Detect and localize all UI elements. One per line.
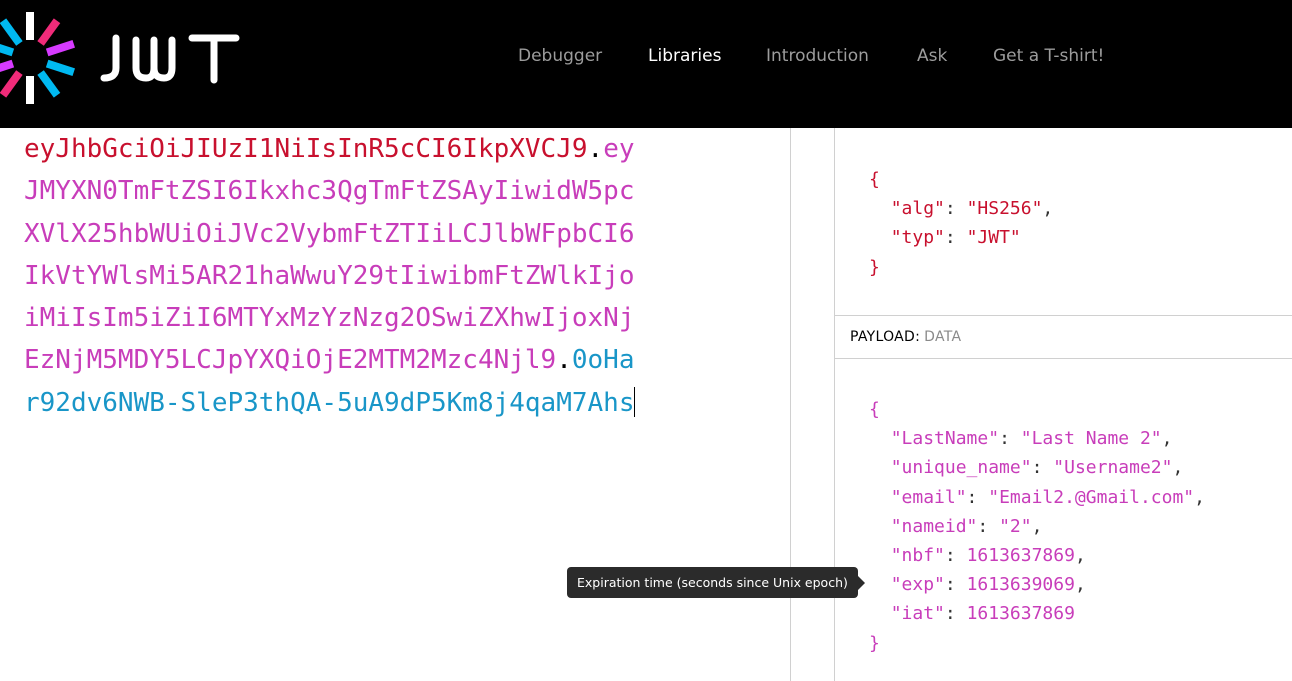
token-segment-sig: r92dv6NWB-SleP3thQA-5uA9dP5Km8j4qaM7Ahs: [24, 387, 635, 418]
json-punctuation: :: [966, 486, 989, 508]
token-segment-payload: IkVtYWlsMi5AR21haWwuY29tIiwibmFtZWlkIjo: [24, 260, 635, 291]
token-segment-payload: JMYXN0TmFtZSI6Ikxhc3QgTmFtZSAyIiwidW5pc: [24, 176, 635, 207]
json-line: "LastName": "Last Name 2",: [869, 424, 1205, 453]
json-punctuation: [869, 487, 891, 508]
encoded-token-panel: eyJhbGciOiJIUzI1NiIsInR5cCI6IkpXVCJ9.ey J…: [0, 128, 790, 681]
json-line: }: [869, 629, 1205, 658]
json-comma: ,: [1172, 457, 1184, 479]
exp-tooltip: Expiration time (seconds since Unix epoc…: [567, 567, 865, 598]
header-json-editor[interactable]: { "alg": "HS256", "typ": "JWT"}: [869, 165, 1053, 282]
encoded-line: XVlX25hbWUiOiJVc2VybmFtZTIiLCJlbWFpbCI6: [24, 213, 694, 255]
json-punctuation: :: [944, 603, 967, 625]
encoded-line: JMYXN0TmFtZSI6Ikxhc3QgTmFtZSAyIiwidW5pc: [24, 170, 694, 212]
json-value: "Email2.@Gmail.com": [988, 486, 1195, 508]
encoded-line: EzNjM5MDY5LCJpYXQiOjE2MTM2Mzc4Njl9.0oHa: [24, 339, 694, 381]
top-navbar: Debugger Libraries Introduction Ask Get …: [0, 0, 1292, 128]
json-punctuation: [869, 516, 891, 537]
json-punctuation: :: [944, 227, 967, 249]
json-key: "nameid": [890, 515, 978, 537]
token-segment-payload: EzNjM5MDY5LCJpYXQiOjE2MTM2Mzc4Njl9: [24, 345, 557, 376]
json-punctuation: [869, 198, 891, 219]
json-close-brace: }: [869, 632, 880, 654]
payload-title: PAYLOAD:: [850, 329, 921, 345]
payload-json-editor[interactable]: { "LastName": "Last Name 2", "unique_nam…: [869, 395, 1205, 658]
json-value: "Last Name 2": [1020, 428, 1162, 450]
json-comma: ,: [1031, 515, 1043, 537]
json-key: "typ": [890, 227, 945, 249]
json-comma: ,: [1194, 486, 1205, 508]
json-key: "LastName": [890, 428, 1000, 450]
json-key: "nbf": [890, 545, 945, 567]
json-punctuation: [869, 574, 891, 595]
jwt-logo-icon[interactable]: [0, 12, 80, 104]
json-key: "iat": [890, 603, 945, 625]
nav-item-libraries[interactable]: Libraries: [648, 46, 721, 66]
json-line: "nameid": "2",: [869, 512, 1205, 541]
json-punctuation: [869, 428, 891, 449]
json-punctuation: [869, 227, 891, 248]
json-punctuation: [869, 603, 891, 624]
json-line: "iat": 1613637869: [869, 599, 1205, 628]
encoded-line: IkVtYWlsMi5AR21haWwuY29tIiwibmFtZWlkIjo: [24, 255, 694, 297]
nav-item-debugger[interactable]: Debugger: [518, 46, 602, 66]
json-key: "unique_name": [890, 457, 1032, 479]
payload-section-title: PAYLOAD: DATA: [850, 329, 961, 345]
token-segment-payload: iMiIsIm5iZiI6MTYxMzYzNzg2OSwiZXhwIjoxNj: [24, 303, 635, 334]
json-close-brace: }: [869, 256, 880, 278]
json-line: "typ": "JWT": [869, 223, 1053, 252]
json-line: "alg": "HS256",: [869, 194, 1054, 223]
json-punctuation: :: [944, 574, 967, 596]
json-value: 1613637869: [966, 545, 1075, 567]
json-line: }: [869, 253, 1053, 282]
json-value: 1613639069: [966, 574, 1075, 596]
nav-item-ask[interactable]: Ask: [917, 46, 947, 66]
token-segment-payload: XVlX25hbWUiOiJVc2VybmFtZTIiLCJlbWFpbCI6: [24, 218, 635, 249]
payload-section-header: PAYLOAD: DATA: [835, 315, 1292, 359]
json-line: "unique_name": "Username2",: [869, 453, 1205, 482]
json-comma: ,: [1042, 198, 1054, 220]
token-segment-dot: .: [556, 345, 572, 376]
token-segment-header: eyJhbGciOiJIUzI1NiIsInR5cCI6IkpXVCJ9: [24, 134, 588, 164]
nav-item-introduction[interactable]: Introduction: [766, 46, 869, 66]
json-value: "2": [999, 515, 1032, 537]
token-segment-payload: ey: [603, 134, 635, 164]
json-punctuation: :: [977, 515, 1000, 537]
jwt-wordmark-icon: [96, 28, 246, 88]
encoded-token-textarea[interactable]: eyJhbGciOiJIUzI1NiIsInR5cCI6IkpXVCJ9.ey J…: [24, 128, 694, 424]
json-punctuation: :: [944, 545, 967, 567]
payload-subtitle: DATA: [924, 329, 962, 345]
encoded-line: r92dv6NWB-SleP3thQA-5uA9dP5Km8j4qaM7Ahs: [24, 382, 694, 424]
json-punctuation: :: [944, 198, 967, 220]
json-value: 1613637869: [966, 603, 1075, 625]
json-comma: ,: [1074, 545, 1086, 567]
text-caret: [634, 386, 636, 417]
json-key: "email": [890, 486, 967, 508]
json-punctuation: :: [1031, 457, 1054, 479]
encoded-line: eyJhbGciOiJIUzI1NiIsInR5cCI6IkpXVCJ9.ey: [24, 128, 694, 170]
encoded-line: iMiIsIm5iZiI6MTYxMzYzNzg2OSwiZXhwIjoxNj: [24, 297, 694, 339]
json-comma: ,: [1161, 428, 1173, 450]
json-open-brace: {: [869, 169, 880, 190]
nav-item-get-tshirt[interactable]: Get a T-shirt!: [993, 46, 1104, 66]
json-value: "Username2": [1053, 457, 1173, 479]
json-line: {: [869, 165, 1053, 194]
json-comma: ,: [1074, 574, 1086, 596]
json-value: "JWT": [966, 227, 1021, 249]
json-punctuation: [869, 545, 891, 566]
panel-divider: [790, 128, 791, 681]
json-punctuation: [869, 457, 891, 478]
token-segment-dot: .: [587, 134, 604, 164]
json-open-brace: {: [869, 399, 880, 420]
json-key: "exp": [890, 574, 945, 596]
token-segment-sig: 0oHa: [571, 345, 635, 376]
json-line: "nbf": 1613637869,: [869, 541, 1205, 570]
json-value: "HS256": [966, 198, 1043, 220]
json-punctuation: :: [999, 428, 1021, 450]
json-line: "email": "Email2.@Gmail.com",: [869, 483, 1205, 512]
json-line: {: [869, 395, 1205, 424]
json-key: "alg": [890, 198, 945, 220]
json-line: "exp": 1613639069,: [869, 570, 1205, 599]
